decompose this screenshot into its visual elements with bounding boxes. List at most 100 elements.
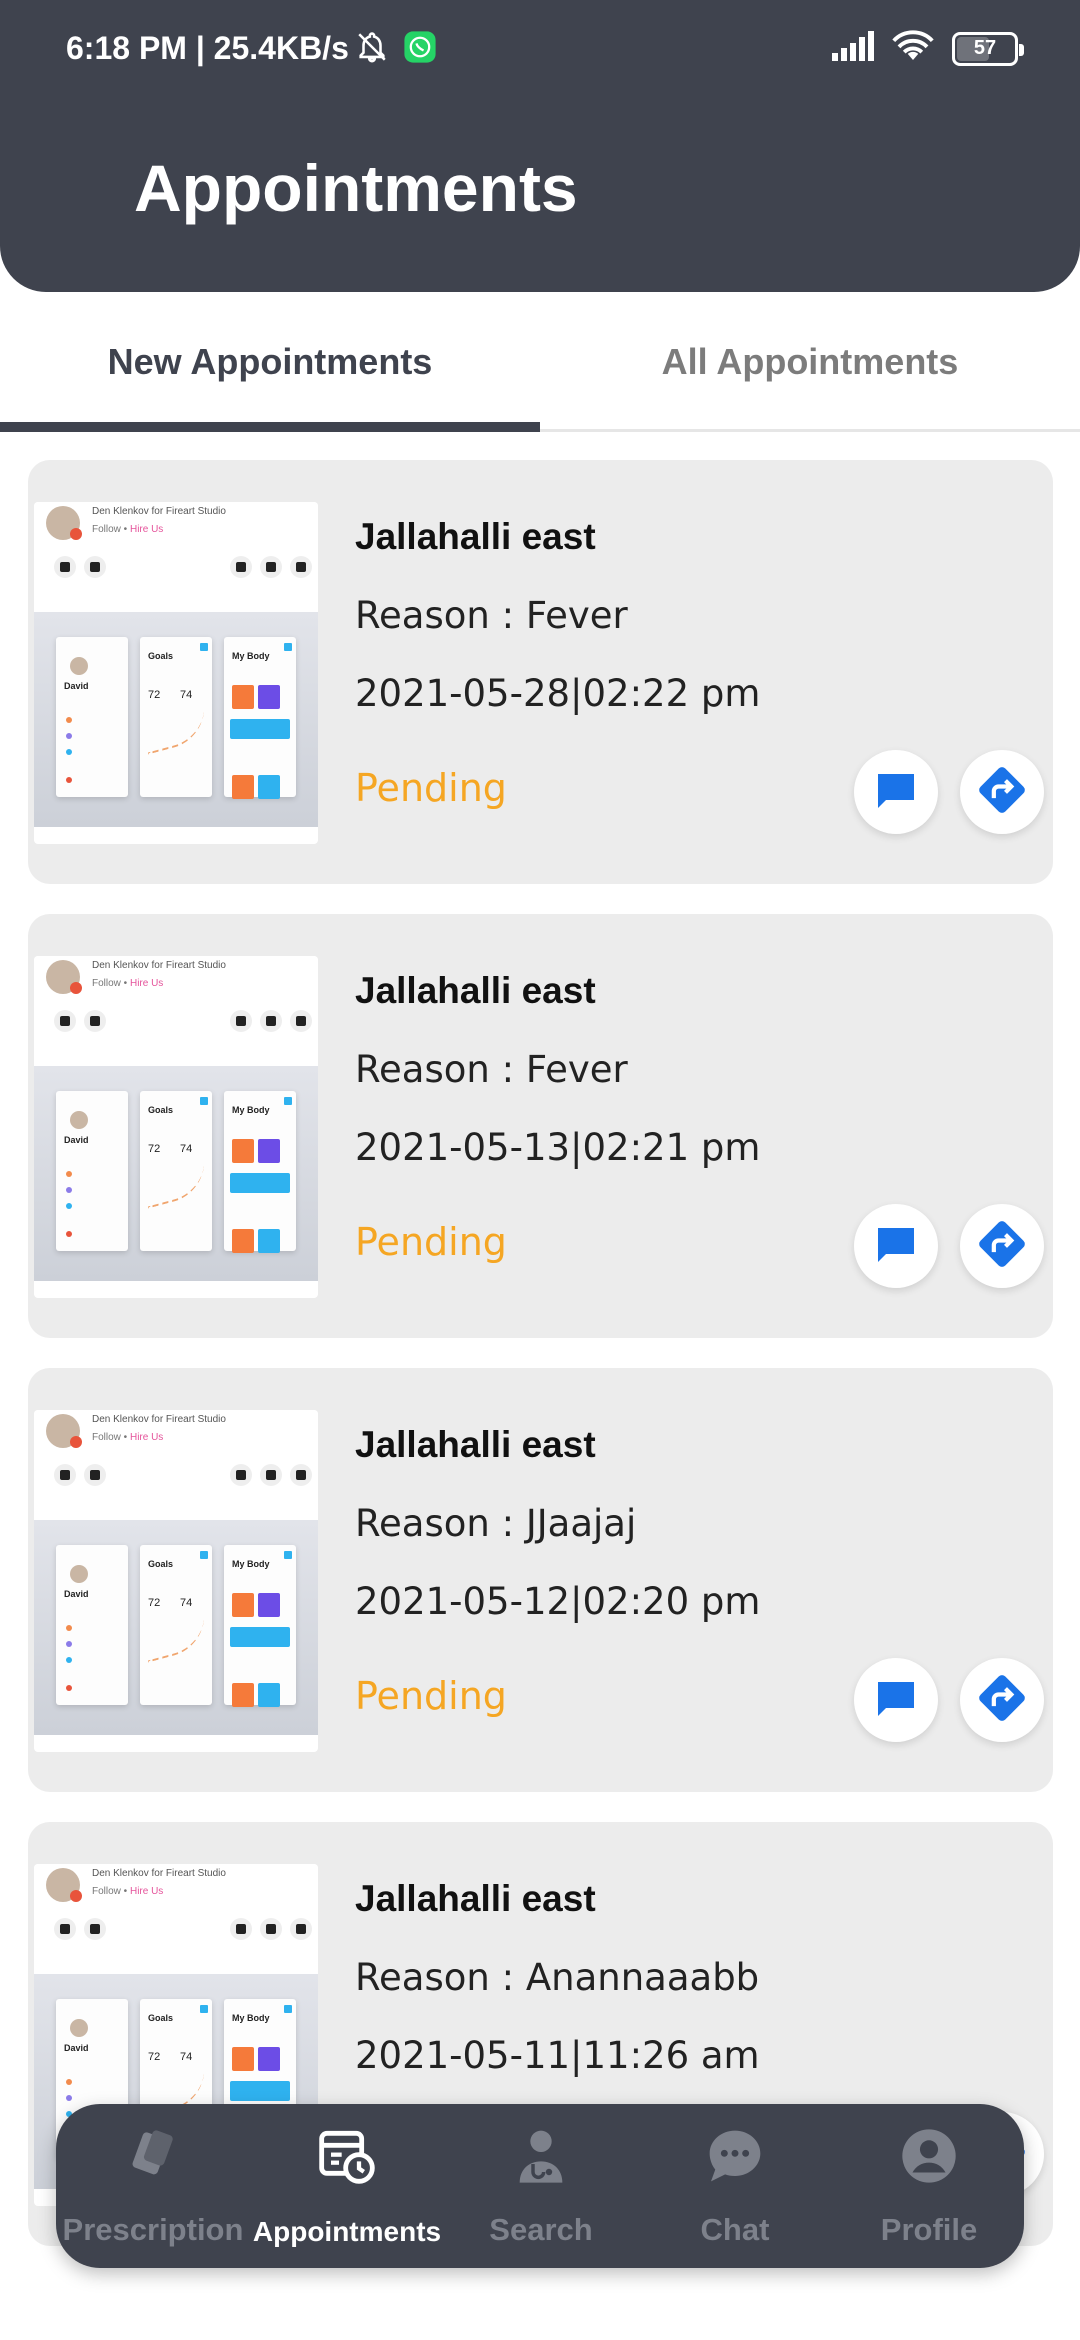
heart-icon bbox=[84, 1010, 106, 1032]
clinic-name: Jallahalli east bbox=[355, 1878, 596, 1919]
mock-phone-goals: Goals 72 74 bbox=[140, 1545, 212, 1705]
appointment-tabs: New Appointments All Appointments bbox=[0, 292, 1080, 432]
tab-label: All Appointments bbox=[661, 341, 959, 382]
folder-icon bbox=[54, 1464, 76, 1486]
nav-label: Chat bbox=[700, 2212, 770, 2247]
thumbnail-hire: Hire Us bbox=[129, 524, 164, 535]
nav-label: Appointments bbox=[252, 2216, 442, 2247]
thumbnail-hire: Hire Us bbox=[129, 1886, 164, 1897]
mock-phone-body: My Body bbox=[224, 1091, 296, 1253]
chat-button[interactable] bbox=[854, 1658, 938, 1742]
tab-label: New Appointments bbox=[107, 341, 433, 382]
status-bar: 6:18 PM | 25.4KB/s 57 bbox=[0, 0, 1080, 100]
nav-item-appointments[interactable]: Appointments bbox=[250, 2104, 444, 2268]
nav-item-search[interactable]: Search bbox=[444, 2104, 638, 2268]
status-time: 6:18 PM | 25.4KB/s bbox=[66, 30, 349, 66]
clinic-thumbnail: Den Klenkov for Fireart Studio Follow • … bbox=[34, 956, 318, 1298]
share-icon bbox=[230, 556, 252, 578]
chat-button[interactable] bbox=[854, 750, 938, 834]
chat-icon bbox=[872, 766, 920, 819]
thumbnail-author: Den Klenkov for Fireart Studio bbox=[92, 960, 226, 971]
info-icon bbox=[290, 1464, 312, 1486]
signal-icon bbox=[832, 31, 874, 66]
mock-phone-profile: David bbox=[56, 1545, 128, 1705]
thumbnail-author: Den Klenkov for Fireart Studio bbox=[92, 1868, 226, 1879]
clinic-name: Jallahalli east bbox=[355, 970, 596, 1011]
chat-button[interactable] bbox=[854, 1204, 938, 1288]
status-system-icons: 57 bbox=[832, 30, 1024, 67]
nav-label: Search bbox=[489, 2212, 593, 2247]
page-title: Appointments bbox=[134, 151, 578, 225]
directions-icon bbox=[974, 1670, 1030, 1731]
tab-new-appointments[interactable]: New Appointments bbox=[0, 292, 540, 432]
thumbnail-hire: Hire Us bbox=[129, 978, 164, 989]
prescription-icon bbox=[121, 2124, 185, 2188]
folder-icon bbox=[54, 1918, 76, 1940]
thumbnail-hire: Hire Us bbox=[129, 1432, 164, 1443]
heart-icon bbox=[84, 1918, 106, 1940]
mock-phone-profile: David bbox=[56, 1091, 128, 1251]
battery-indicator: 57 bbox=[952, 31, 1024, 66]
wifi-icon bbox=[892, 30, 934, 67]
tab-all-appointments[interactable]: All Appointments bbox=[540, 292, 1080, 432]
comment-icon bbox=[260, 1464, 282, 1486]
thumbnail-follow: Follow bbox=[92, 1886, 121, 1897]
appointment-card[interactable]: Den Klenkov for Fireart Studio Follow • … bbox=[28, 914, 1053, 1338]
mute-bell-icon bbox=[355, 30, 389, 69]
status-notification-icons bbox=[355, 30, 437, 69]
appointment-reason: Reason : Fever bbox=[355, 1048, 628, 1091]
whatsapp-icon bbox=[403, 30, 437, 69]
doctor-icon bbox=[509, 2124, 573, 2188]
chat-icon bbox=[872, 1674, 920, 1727]
thumbnail-follow: Follow bbox=[92, 1432, 121, 1443]
nav-item-prescription[interactable]: Prescription bbox=[56, 2104, 250, 2268]
clinic-thumbnail: Den Klenkov for Fireart Studio Follow • … bbox=[34, 502, 318, 844]
heart-icon bbox=[84, 556, 106, 578]
directions-icon bbox=[974, 762, 1030, 823]
nav-label: Prescription bbox=[62, 2212, 244, 2247]
appointment-card[interactable]: Den Klenkov for Fireart Studio Follow • … bbox=[28, 1368, 1053, 1792]
chat-icon bbox=[872, 1220, 920, 1273]
clinic-name: Jallahalli east bbox=[355, 1424, 596, 1465]
mock-phone-goals: Goals 72 74 bbox=[140, 1091, 212, 1251]
directions-button[interactable] bbox=[960, 750, 1044, 834]
info-icon bbox=[290, 556, 312, 578]
thumbnail-follow: Follow bbox=[92, 978, 121, 989]
directions-icon bbox=[974, 1216, 1030, 1277]
thumbnail-author: Den Klenkov for Fireart Studio bbox=[92, 1414, 226, 1425]
calendar-clock-icon bbox=[315, 2124, 379, 2188]
appointment-card[interactable]: Den Klenkov for Fireart Studio Follow • … bbox=[28, 460, 1053, 884]
thumbnail-author: Den Klenkov for Fireart Studio bbox=[92, 506, 226, 517]
info-icon bbox=[290, 1010, 312, 1032]
appointment-reason: Reason : JJaajaj bbox=[355, 1502, 637, 1545]
appointment-reason: Reason : Anannaaabb bbox=[355, 1956, 760, 1999]
comment-icon bbox=[260, 1918, 282, 1940]
nav-item-profile[interactable]: Profile bbox=[832, 2104, 1026, 2268]
info-icon bbox=[290, 1918, 312, 1940]
clinic-name: Jallahalli east bbox=[355, 516, 596, 557]
appointment-datetime: 2021-05-13|02:21 pm bbox=[355, 1126, 761, 1169]
appointment-datetime: 2021-05-12|02:20 pm bbox=[355, 1580, 761, 1623]
nav-label: Profile bbox=[880, 2212, 978, 2247]
mock-phone-profile: David bbox=[56, 637, 128, 797]
appointment-datetime: 2021-05-28|02:22 pm bbox=[355, 672, 761, 715]
directions-button[interactable] bbox=[960, 1204, 1044, 1288]
share-icon bbox=[230, 1010, 252, 1032]
status-badge: Pending bbox=[355, 766, 507, 810]
nav-item-chat[interactable]: Chat bbox=[638, 2104, 832, 2268]
mock-phone-goals: Goals 72 74 bbox=[140, 637, 212, 797]
folder-icon bbox=[54, 556, 76, 578]
appointment-reason: Reason : Fever bbox=[355, 594, 628, 637]
heart-icon bbox=[84, 1464, 106, 1486]
comment-icon bbox=[260, 556, 282, 578]
app-header: 6:18 PM | 25.4KB/s 57 Appointments bbox=[0, 0, 1080, 292]
profile-icon bbox=[897, 2124, 961, 2188]
share-icon bbox=[230, 1464, 252, 1486]
share-icon bbox=[230, 1918, 252, 1940]
status-badge: Pending bbox=[355, 1220, 507, 1264]
appointment-datetime: 2021-05-11|11:26 am bbox=[355, 2034, 760, 2077]
mock-phone-body: My Body bbox=[224, 1545, 296, 1707]
directions-button[interactable] bbox=[960, 1658, 1044, 1742]
clinic-thumbnail: Den Klenkov for Fireart Studio Follow • … bbox=[34, 1410, 318, 1752]
status-badge: Pending bbox=[355, 1674, 507, 1718]
